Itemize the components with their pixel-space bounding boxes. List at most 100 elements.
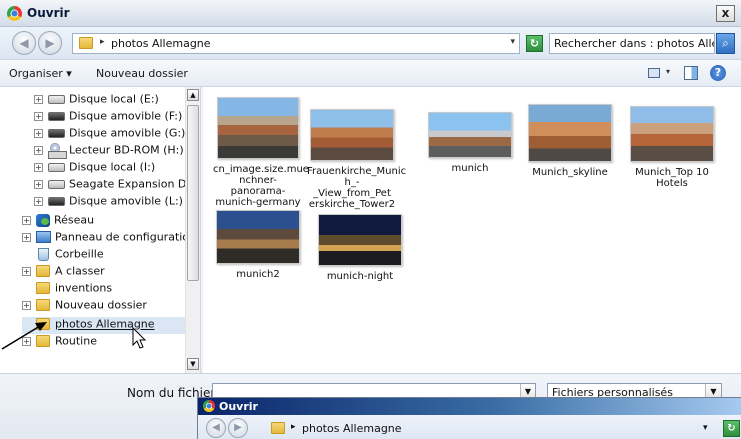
file-item[interactable]: munich [425,112,515,174]
back-button[interactable]: ◀ [12,31,36,55]
breadcrumb-arrow-icon[interactable]: ▸ [291,422,296,432]
address-bar[interactable]: ▸ photos Allemagne ▾ [72,33,520,54]
address-dropdown-icon[interactable]: ▾ [703,423,708,433]
file-item[interactable]: Munich_skyline [525,104,615,178]
drive-icon [48,162,65,172]
scroll-thumb[interactable] [187,105,199,281]
preview-pane-icon[interactable] [684,66,698,80]
organize-menu[interactable]: Organiser ▾ [9,67,72,80]
file-thumbnail [310,109,394,161]
window-title: Ouvrir [27,6,70,20]
file-thumbnail [318,214,402,266]
file-item[interactable]: Munich_Top 10 Hotels [627,106,717,189]
tree-item[interactable]: + Panneau de configuration [22,230,196,247]
view-dropdown-icon[interactable]: ▾ [666,67,670,76]
new-folder-button[interactable]: Nouveau dossier [96,67,188,80]
tree-item-label: inventions [55,281,113,295]
tree-item-label: Disque amovible (L:) [69,194,183,208]
change-view-button[interactable]: ▾ [648,67,676,80]
expand-toggle-icon[interactable]: + [34,128,43,138]
expand-toggle-icon[interactable]: + [22,266,31,276]
file-thumbnail [216,210,300,264]
tree-item[interactable]: + Disque amovible (L:) [34,194,183,211]
expand-toggle-icon[interactable]: + [22,232,31,242]
refresh-button[interactable]: ↻ [723,420,740,437]
view-icon [648,68,660,78]
file-list: cn_image.size.mue nchner-panorama-munich… [203,87,741,373]
second-address-row: ◀ ▶ ▸ photos Allemagne ▾ ↻ [198,415,741,439]
network-icon [36,213,50,227]
tree-item[interactable]: + Routine [22,334,97,351]
search-input[interactable]: Rechercher dans : photos Alle... [549,33,715,54]
scroll-up-icon[interactable]: ▲ [187,89,199,101]
breadcrumb-arrow-icon[interactable]: ▸ [100,37,105,47]
tree-item-label: A classer [55,264,105,278]
forward-button[interactable]: ▶ [228,418,248,438]
removable-drive-icon [48,128,65,138]
file-item[interactable]: munich2 [213,210,303,280]
tree-item[interactable]: + Disque amovible (G:) [34,126,185,143]
command-toolbar: Organiser ▾ Nouveau dossier ▾ ? [0,60,741,87]
tree-item-label: Réseau [54,213,95,227]
expand-toggle-icon[interactable]: + [22,300,31,310]
file-name: Frauenkirche_Munic h_-_View_from_Pet ers… [307,166,407,210]
file-name: cn_image.size.mue nchner-panorama-munich… [213,164,309,208]
expand-toggle-icon[interactable]: + [34,179,43,189]
open-dialog: Ouvrir x ◀ ▶ ▸ photos Allemagne ▾ ↻ Rech… [0,0,741,439]
breadcrumb-current[interactable]: photos Allemagne [302,422,402,435]
expand-toggle-icon[interactable]: + [34,145,43,155]
navigation-pane: + Disque local (E:) + Disque amovible (F:) +… [0,87,215,373]
search-icon[interactable]: ⌕ [716,33,735,54]
expand-toggle-icon[interactable]: + [34,94,43,104]
folder-icon [79,37,93,49]
tree-item[interactable]: Corbeille [22,247,104,264]
file-name: Munich_skyline [532,167,608,178]
refresh-button[interactable]: ↻ [526,35,543,52]
expand-toggle-icon [22,284,31,293]
expand-toggle-icon[interactable]: + [22,215,31,225]
expand-toggle-icon[interactable]: + [22,336,31,346]
tree-item[interactable]: + A classer [22,264,105,281]
expand-toggle-icon[interactable]: + [34,162,43,172]
folder-icon [271,422,285,434]
tree-item[interactable]: + Nouveau dossier [22,298,147,315]
tree-item[interactable]: + Disque local (I:) [34,160,155,177]
file-thumbnail [217,97,299,159]
folder-icon [36,335,50,347]
tree-item[interactable]: + Disque local (E:) [34,92,159,109]
chrome-icon [7,6,22,21]
tree-item-label: Disque amovible (G:) [69,126,186,140]
tree-item-label: Nouveau dossier [55,298,147,312]
drive-icon [48,94,65,104]
tree-item[interactable]: + Disque amovible (F:) [34,109,182,126]
expand-toggle-icon[interactable]: + [34,196,43,206]
file-item[interactable]: Frauenkirche_Munic h_-_View_from_Pet ers… [307,109,407,210]
forward-button[interactable]: ▶ [38,31,62,55]
tree-item[interactable]: photos Allemagne [22,317,155,334]
file-item[interactable]: cn_image.size.mue nchner-panorama-munich… [213,97,309,208]
back-button[interactable]: ◀ [206,418,226,438]
file-item[interactable]: munich-night [315,214,405,282]
tree-item-label: Panneau de configuration [55,230,197,244]
close-button[interactable]: x [716,5,735,22]
tree-item[interactable]: + Réseau [22,213,94,230]
tree-item[interactable]: inventions [22,281,112,298]
file-thumbnail [528,104,612,162]
address-dropdown-icon[interactable]: ▾ [510,37,515,47]
tree-item-label: Disque local (I:) [69,160,156,174]
folder-icon [36,318,50,330]
file-name: munich [451,163,489,174]
file-name: munich2 [236,269,280,280]
folder-icon [36,265,50,277]
breadcrumb-current[interactable]: photos Allemagne [111,37,211,50]
nav-scrollbar[interactable]: ▲ ▼ [185,87,200,373]
address-row: ◀ ▶ ▸ photos Allemagne ▾ ↻ Rechercher da… [0,27,741,60]
scroll-down-icon[interactable]: ▼ [187,358,199,370]
tree-item[interactable]: + Lecteur BD-ROM (H:) [34,143,184,160]
tree-item-label: Corbeille [55,247,104,261]
help-icon[interactable]: ? [710,65,726,81]
title-bar: Ouvrir x [0,0,741,27]
expand-toggle-icon [22,320,31,329]
expand-toggle-icon[interactable]: + [34,111,43,121]
tree-item-label: Lecteur BD-ROM (H:) [69,143,184,157]
